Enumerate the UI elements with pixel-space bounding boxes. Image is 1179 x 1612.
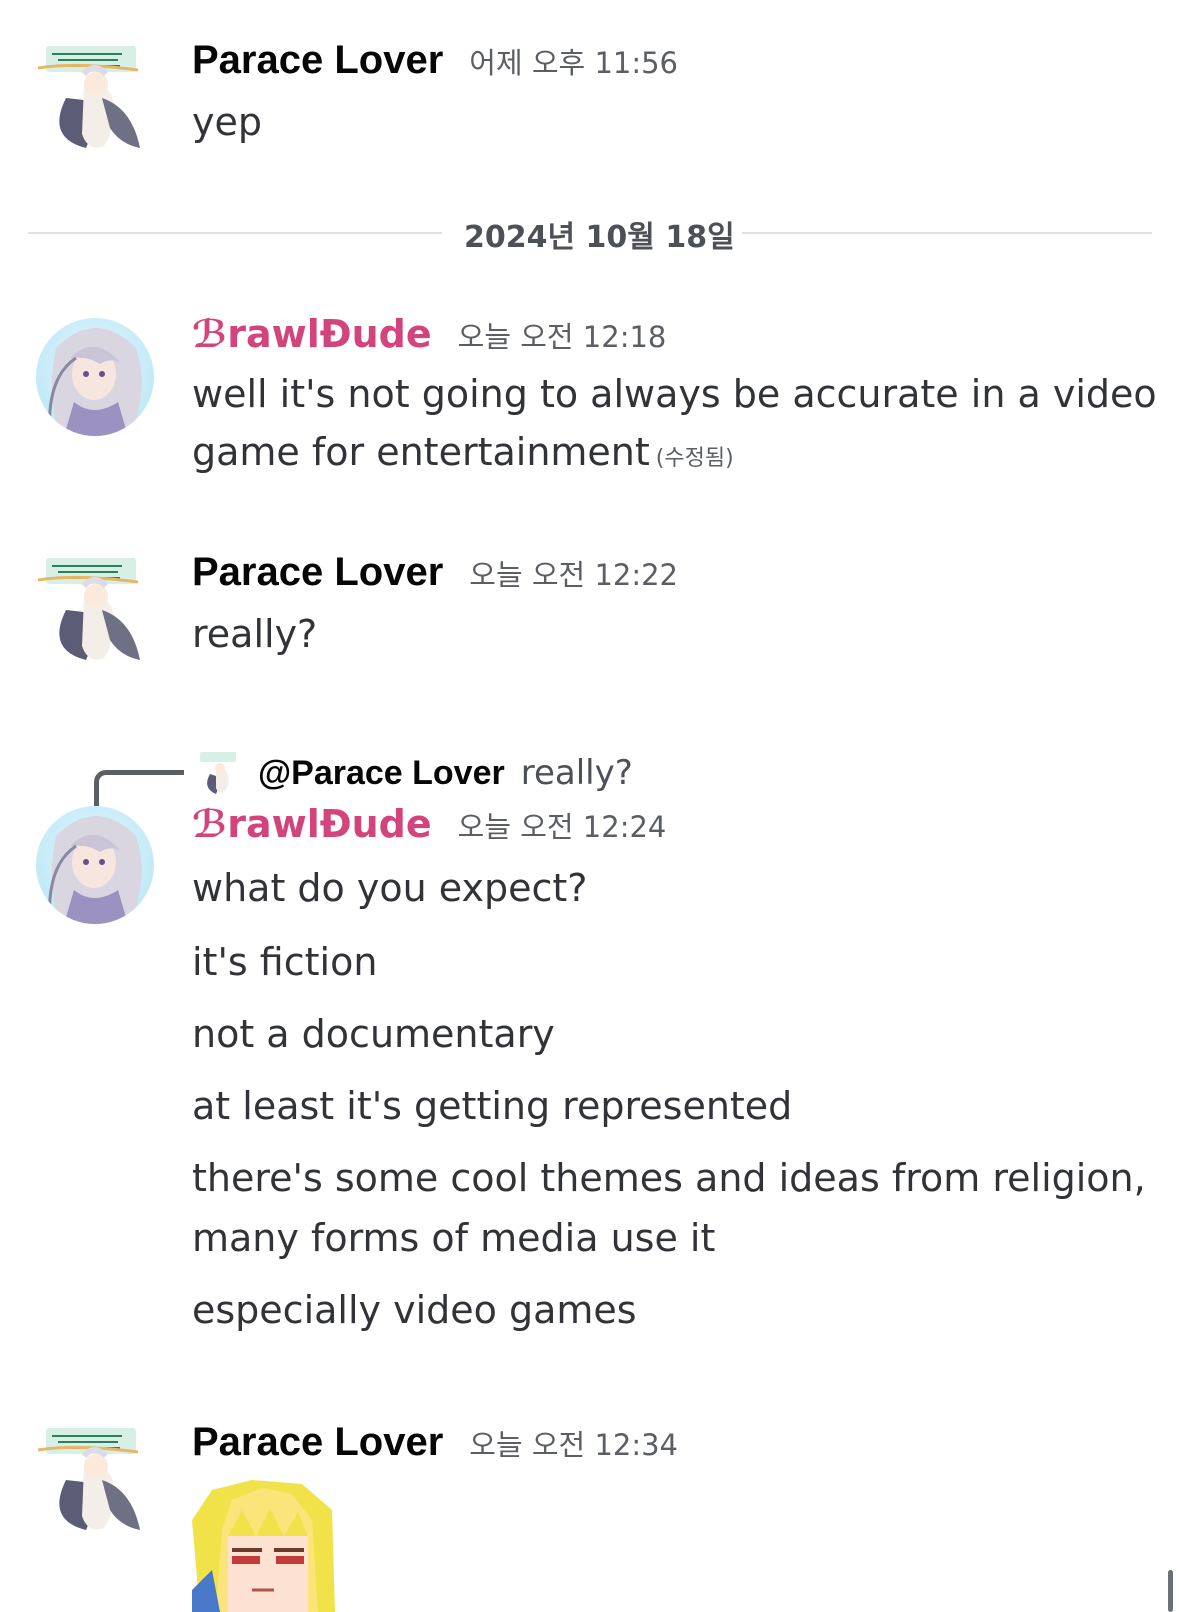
message-text: especially video games	[192, 1288, 637, 1332]
username[interactable]: ℬrawlĐude	[192, 802, 432, 846]
message-header: ℬrawlĐude 오늘 오전 12:24	[192, 802, 666, 846]
message-text: well it's not going to always be accurat…	[192, 372, 1157, 416]
sticker-art	[192, 1480, 335, 1612]
edited-label: (수정됨)	[655, 446, 734, 471]
scrollbar[interactable]	[1168, 1570, 1173, 1612]
message-text: many forms of media use it	[192, 1216, 716, 1260]
user-avatar[interactable]	[36, 1420, 154, 1538]
message-header: Parace Lover 어제 오후 11:56	[192, 38, 678, 83]
username[interactable]: Parace Lover	[192, 38, 443, 83]
user-avatar[interactable]	[36, 38, 154, 156]
user-avatar[interactable]	[36, 318, 154, 436]
message-text: at least it's getting represented	[192, 1084, 793, 1128]
message-text: not a documentary	[192, 1012, 555, 1056]
date-divider-label: 2024년 10월 18일	[464, 220, 735, 255]
message-text: game for entertainment (수정됨)	[192, 422, 734, 489]
message-text: what do you expect?	[192, 866, 588, 910]
user-avatar[interactable]	[36, 550, 154, 668]
avatar-image	[48, 816, 142, 924]
sticker-image[interactable]	[192, 1480, 335, 1612]
message-text-line: game for entertainment	[192, 430, 650, 474]
message-text: really?	[192, 612, 318, 656]
timestamp: 오늘 오전 12:22	[469, 558, 679, 592]
timestamp: 어제 오후 11:56	[469, 46, 679, 80]
reply-preview[interactable]: @Parace Lover really?	[196, 745, 633, 801]
message-text: yep	[192, 100, 262, 144]
date-divider: 2024년 10월 18일	[28, 220, 1152, 255]
timestamp: 오늘 오전 12:24	[457, 810, 667, 844]
message-text: there's some cool themes and ideas from …	[192, 1156, 1146, 1200]
username[interactable]: ℬrawlĐude	[192, 312, 432, 356]
username[interactable]: Parace Lover	[192, 1420, 443, 1465]
message-header: ℬrawlĐude 오늘 오전 12:18	[192, 312, 666, 356]
message-header: Parace Lover 오늘 오전 12:34	[192, 1420, 678, 1465]
avatar-image	[48, 328, 142, 436]
avatar-image	[37, 46, 140, 148]
divider-line	[742, 232, 1152, 234]
avatar-image	[37, 1428, 140, 1530]
timestamp: 오늘 오전 12:34	[469, 1428, 679, 1462]
reply-text: really?	[520, 753, 633, 793]
message-text: it's fiction	[192, 940, 378, 984]
avatar-image	[37, 558, 140, 660]
reply-spine	[94, 770, 184, 806]
timestamp: 오늘 오전 12:18	[457, 320, 667, 354]
username[interactable]: Parace Lover	[192, 550, 443, 595]
divider-line	[28, 232, 442, 234]
reply-avatar-icon	[200, 752, 236, 794]
user-avatar[interactable]	[36, 806, 154, 924]
message-header: Parace Lover 오늘 오전 12:22	[192, 550, 678, 595]
reply-mention[interactable]: @Parace Lover	[258, 754, 505, 793]
